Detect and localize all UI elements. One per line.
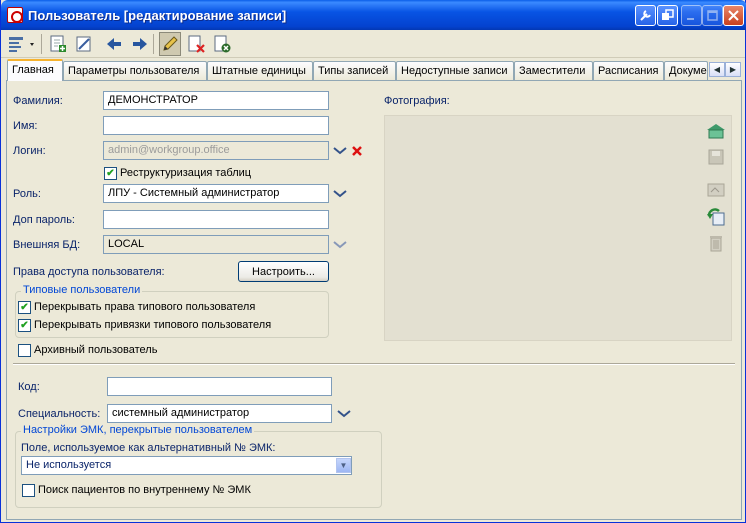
save-photo-icon[interactable]	[706, 147, 726, 167]
user-edit-window: Пользователь [редактирование записи] Гла…	[0, 0, 746, 523]
pencil-icon[interactable]	[159, 32, 181, 56]
window-title: Пользователь [редактирование записи]	[28, 8, 287, 23]
photo-area[interactable]	[384, 115, 732, 341]
trash-photo-icon[interactable]	[706, 233, 726, 253]
specialty-field[interactable]: системный администратор	[107, 404, 332, 423]
minimize-icon[interactable]	[681, 5, 702, 26]
restructure-checkbox[interactable]: ✔	[104, 167, 117, 180]
dropdown-arrow-icon[interactable]: ▼	[336, 458, 351, 473]
surname-label: Фамилия:	[13, 95, 63, 107]
configure-button[interactable]: Настроить...	[238, 261, 329, 282]
app-icon	[7, 7, 23, 23]
chevron-down-icon[interactable]	[332, 186, 348, 202]
photo-label: Фотография:	[384, 95, 450, 107]
extra-password-label: Доп пароль:	[13, 214, 75, 226]
tab-record-types[interactable]: Типы записей	[313, 61, 396, 80]
tab-schedules[interactable]: Расписания	[593, 61, 664, 80]
tab-deputies[interactable]: Заместители	[514, 61, 593, 80]
override-rights-label: Перекрывать права типового пользователя	[34, 301, 256, 313]
refresh-photo-icon[interactable]	[706, 207, 726, 227]
role-field[interactable]: ЛПУ - Системный администратор	[103, 184, 329, 203]
internal-search-label: Поиск пациентов по внутреннему № ЭМК	[38, 484, 251, 496]
tab-documents[interactable]: Докуме	[664, 61, 708, 80]
tab-page-main: Фамилия: ДЕМОНСТРАТОР Имя: Логин: admin@…	[6, 80, 742, 520]
access-rights-label: Права доступа пользователя:	[13, 266, 165, 278]
archive-user-checkbox[interactable]	[18, 344, 31, 357]
alt-emk-label: Поле, используемое как альтернативный № …	[21, 442, 276, 454]
login-label: Логин:	[13, 145, 46, 157]
load-photo-icon[interactable]	[706, 121, 726, 141]
close-icon[interactable]	[723, 5, 744, 26]
role-label: Роль:	[13, 188, 41, 200]
section-divider	[13, 363, 735, 365]
view-options-icon[interactable]	[7, 33, 37, 55]
maximize-icon[interactable]	[702, 5, 723, 26]
edit-record-icon[interactable]	[73, 33, 95, 55]
main-form: Фамилия: ДЕМОНСТРАТОР Имя: Логин: admin@…	[7, 81, 741, 519]
toolbar-separator	[153, 34, 154, 54]
override-bindings-label: Перекрывать привязки типового пользовате…	[34, 319, 272, 331]
internal-search-checkbox[interactable]	[22, 484, 35, 497]
tab-scroll-right-icon[interactable]: ▶	[725, 62, 741, 77]
extra-password-field[interactable]	[103, 210, 329, 229]
cancel-record-icon[interactable]	[211, 33, 233, 55]
login-field[interactable]: admin@workgroup.office	[103, 141, 329, 160]
external-db-label: Внешняя БД:	[13, 239, 81, 251]
restore-window-icon[interactable]	[657, 5, 678, 26]
chevron-down-icon[interactable]	[332, 143, 348, 159]
chevron-down-icon[interactable]	[332, 237, 348, 253]
first-name-label: Имя:	[13, 120, 38, 132]
surname-field[interactable]: ДЕМОНСТРАТОР	[103, 91, 329, 110]
tab-main[interactable]: Главная	[7, 59, 63, 81]
override-rights-checkbox[interactable]: ✔	[18, 301, 31, 314]
restructure-label: Реструктуризация таблиц	[120, 167, 252, 179]
specialty-label: Специальность:	[18, 408, 101, 420]
tab-unavailable-records[interactable]: Недоступные записи	[396, 61, 514, 80]
scan-photo-icon[interactable]	[706, 180, 726, 200]
toolbar-separator	[41, 34, 42, 54]
archive-user-label: Архивный пользователь	[34, 344, 158, 356]
delete-record-icon[interactable]	[185, 33, 207, 55]
code-field[interactable]	[107, 377, 332, 396]
clear-login-icon[interactable]	[350, 144, 364, 158]
back-arrow-icon[interactable]	[103, 33, 125, 55]
typical-users-title: Типовые пользователи	[21, 284, 143, 296]
tab-staff-units[interactable]: Штатные единицы	[207, 61, 313, 80]
forward-arrow-icon[interactable]	[129, 33, 151, 55]
chevron-down-icon[interactable]	[336, 406, 352, 422]
new-record-icon[interactable]	[47, 33, 69, 55]
tab-strip: Главная Параметры пользователя Штатные е…	[7, 59, 743, 81]
first-name-field[interactable]	[103, 116, 329, 135]
tab-scroll-left-icon[interactable]: ◀	[709, 62, 725, 77]
override-bindings-checkbox[interactable]: ✔	[18, 319, 31, 332]
toolbar	[1, 30, 745, 58]
title-bar[interactable]: Пользователь [редактирование записи]	[1, 0, 746, 30]
alt-emk-select[interactable]: Не используется	[21, 456, 352, 475]
external-db-field[interactable]: LOCAL	[103, 235, 329, 254]
tab-user-params[interactable]: Параметры пользователя	[63, 61, 207, 80]
tools-icon[interactable]	[635, 5, 656, 26]
emk-settings-title: Настройки ЭМК, перекрытые пользователем	[21, 424, 255, 436]
code-label: Код:	[18, 381, 40, 393]
